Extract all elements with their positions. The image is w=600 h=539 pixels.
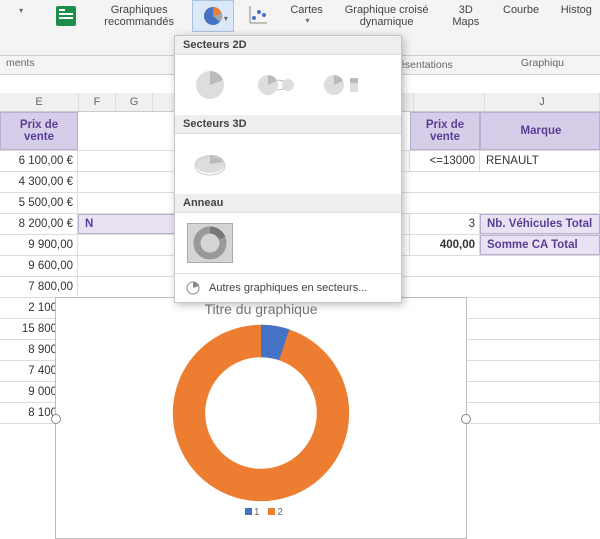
sparkline-column-button[interactable]: Histog xyxy=(553,0,600,16)
chevron-down-icon: ▾ xyxy=(19,6,23,15)
pivot-chart-button[interactable]: Graphique croisé dynamique xyxy=(337,0,436,28)
criteria-marque[interactable]: RENAULT xyxy=(480,151,600,171)
doughnut-option[interactable] xyxy=(187,223,233,263)
sum-total-label[interactable]: Somme CA Total xyxy=(480,235,600,255)
donut-series-2[interactable] xyxy=(189,341,333,485)
pivot-chart-label: Graphique croisé dynamique xyxy=(345,4,429,28)
resize-handle-left[interactable] xyxy=(51,414,61,424)
donut-series-1[interactable] xyxy=(261,341,284,345)
header-marque: Marque xyxy=(480,112,600,150)
group-label-left: ments xyxy=(2,56,39,74)
criteria-value[interactable]: <=13000 xyxy=(410,151,480,171)
col-header-F[interactable]: F xyxy=(79,93,116,111)
sparkline-column-label: Histog xyxy=(561,4,592,16)
nb-total-label[interactable]: Nb. Véhicules Total xyxy=(480,214,600,234)
3d-maps-button[interactable]: 3D Maps xyxy=(442,0,489,28)
maps-button[interactable]: Cartes ▾ xyxy=(282,0,331,25)
chart-plot-area[interactable] xyxy=(56,323,466,503)
chart-legend[interactable]: 1 2 xyxy=(56,507,466,518)
resize-handle-right[interactable] xyxy=(461,414,471,424)
bar-of-pie-option[interactable] xyxy=(319,65,365,105)
chevron-down-icon: ▾ xyxy=(224,14,228,23)
more-pie-label: Autres graphiques en secteurs... xyxy=(209,282,367,294)
pie-of-pie-option[interactable] xyxy=(253,65,299,105)
col-header-G[interactable]: G xyxy=(116,93,153,111)
sparkline-line-button[interactable]: Courbe xyxy=(496,0,547,16)
legend-label-1: 1 xyxy=(254,507,260,518)
recommended-charts-label: Graphiques recommandés xyxy=(104,4,174,28)
embedded-chart[interactable]: Titre du graphique 1 2 xyxy=(55,297,467,539)
header-prix-right: Prix de vente xyxy=(410,112,480,150)
col-header-E[interactable]: E xyxy=(0,93,79,111)
gallery-section-2d: Secteurs 2D xyxy=(175,36,401,55)
legend-label-2: 2 xyxy=(277,507,283,518)
ribbon-dropdown-left[interactable]: ▾ xyxy=(0,0,40,15)
group-label-graph: Graphiqu xyxy=(517,56,568,74)
maps-label: Cartes xyxy=(290,4,322,16)
pie-chart-dropdown[interactable]: ▾ xyxy=(192,0,234,32)
3d-maps-label: 3D Maps xyxy=(452,4,479,28)
sparkline-line-label: Courbe xyxy=(503,4,539,16)
recommended-charts-button[interactable]: Graphiques recommandés xyxy=(92,0,186,28)
scatter-icon xyxy=(244,3,272,27)
cell-value[interactable]: 6 100,00 € xyxy=(0,151,78,171)
pie-chart-gallery: Secteurs 2D Secteurs 3D Anneau Autres gr… xyxy=(174,35,402,303)
legend-swatch-1 xyxy=(245,508,252,515)
legend-swatch-2 xyxy=(268,508,275,515)
pivot-table-icon xyxy=(52,4,80,28)
cell-value[interactable]: 9 900,00 xyxy=(0,235,78,255)
pie-3d-option[interactable] xyxy=(187,144,233,184)
cell-value[interactable]: 9 600,00 xyxy=(0,256,78,276)
gallery-section-3d: Secteurs 3D xyxy=(175,115,401,134)
gallery-section-donut: Anneau xyxy=(175,194,401,213)
pivot-table-button[interactable] xyxy=(46,0,86,28)
amount-cell[interactable]: 400,00 xyxy=(410,235,480,255)
header-prix-left: Prix de vente xyxy=(0,112,78,150)
count-cell[interactable]: 3 xyxy=(410,214,480,234)
more-pie-charts[interactable]: Autres graphiques en secteurs... xyxy=(175,273,401,302)
cell-value[interactable]: 7 800,00 xyxy=(0,277,78,297)
cell-value[interactable]: 8 200,00 € xyxy=(0,214,78,234)
cell-value[interactable]: 5 500,00 € xyxy=(0,193,78,213)
scatter-chart-button[interactable] xyxy=(240,0,276,30)
pie-icon xyxy=(185,280,201,296)
col-header-J[interactable]: J xyxy=(485,93,600,111)
cell-value[interactable]: 4 300,00 € xyxy=(0,172,78,192)
pie-2d-option[interactable] xyxy=(187,65,233,105)
chevron-down-icon: ▾ xyxy=(306,16,310,25)
pie-chart-icon xyxy=(199,4,227,28)
